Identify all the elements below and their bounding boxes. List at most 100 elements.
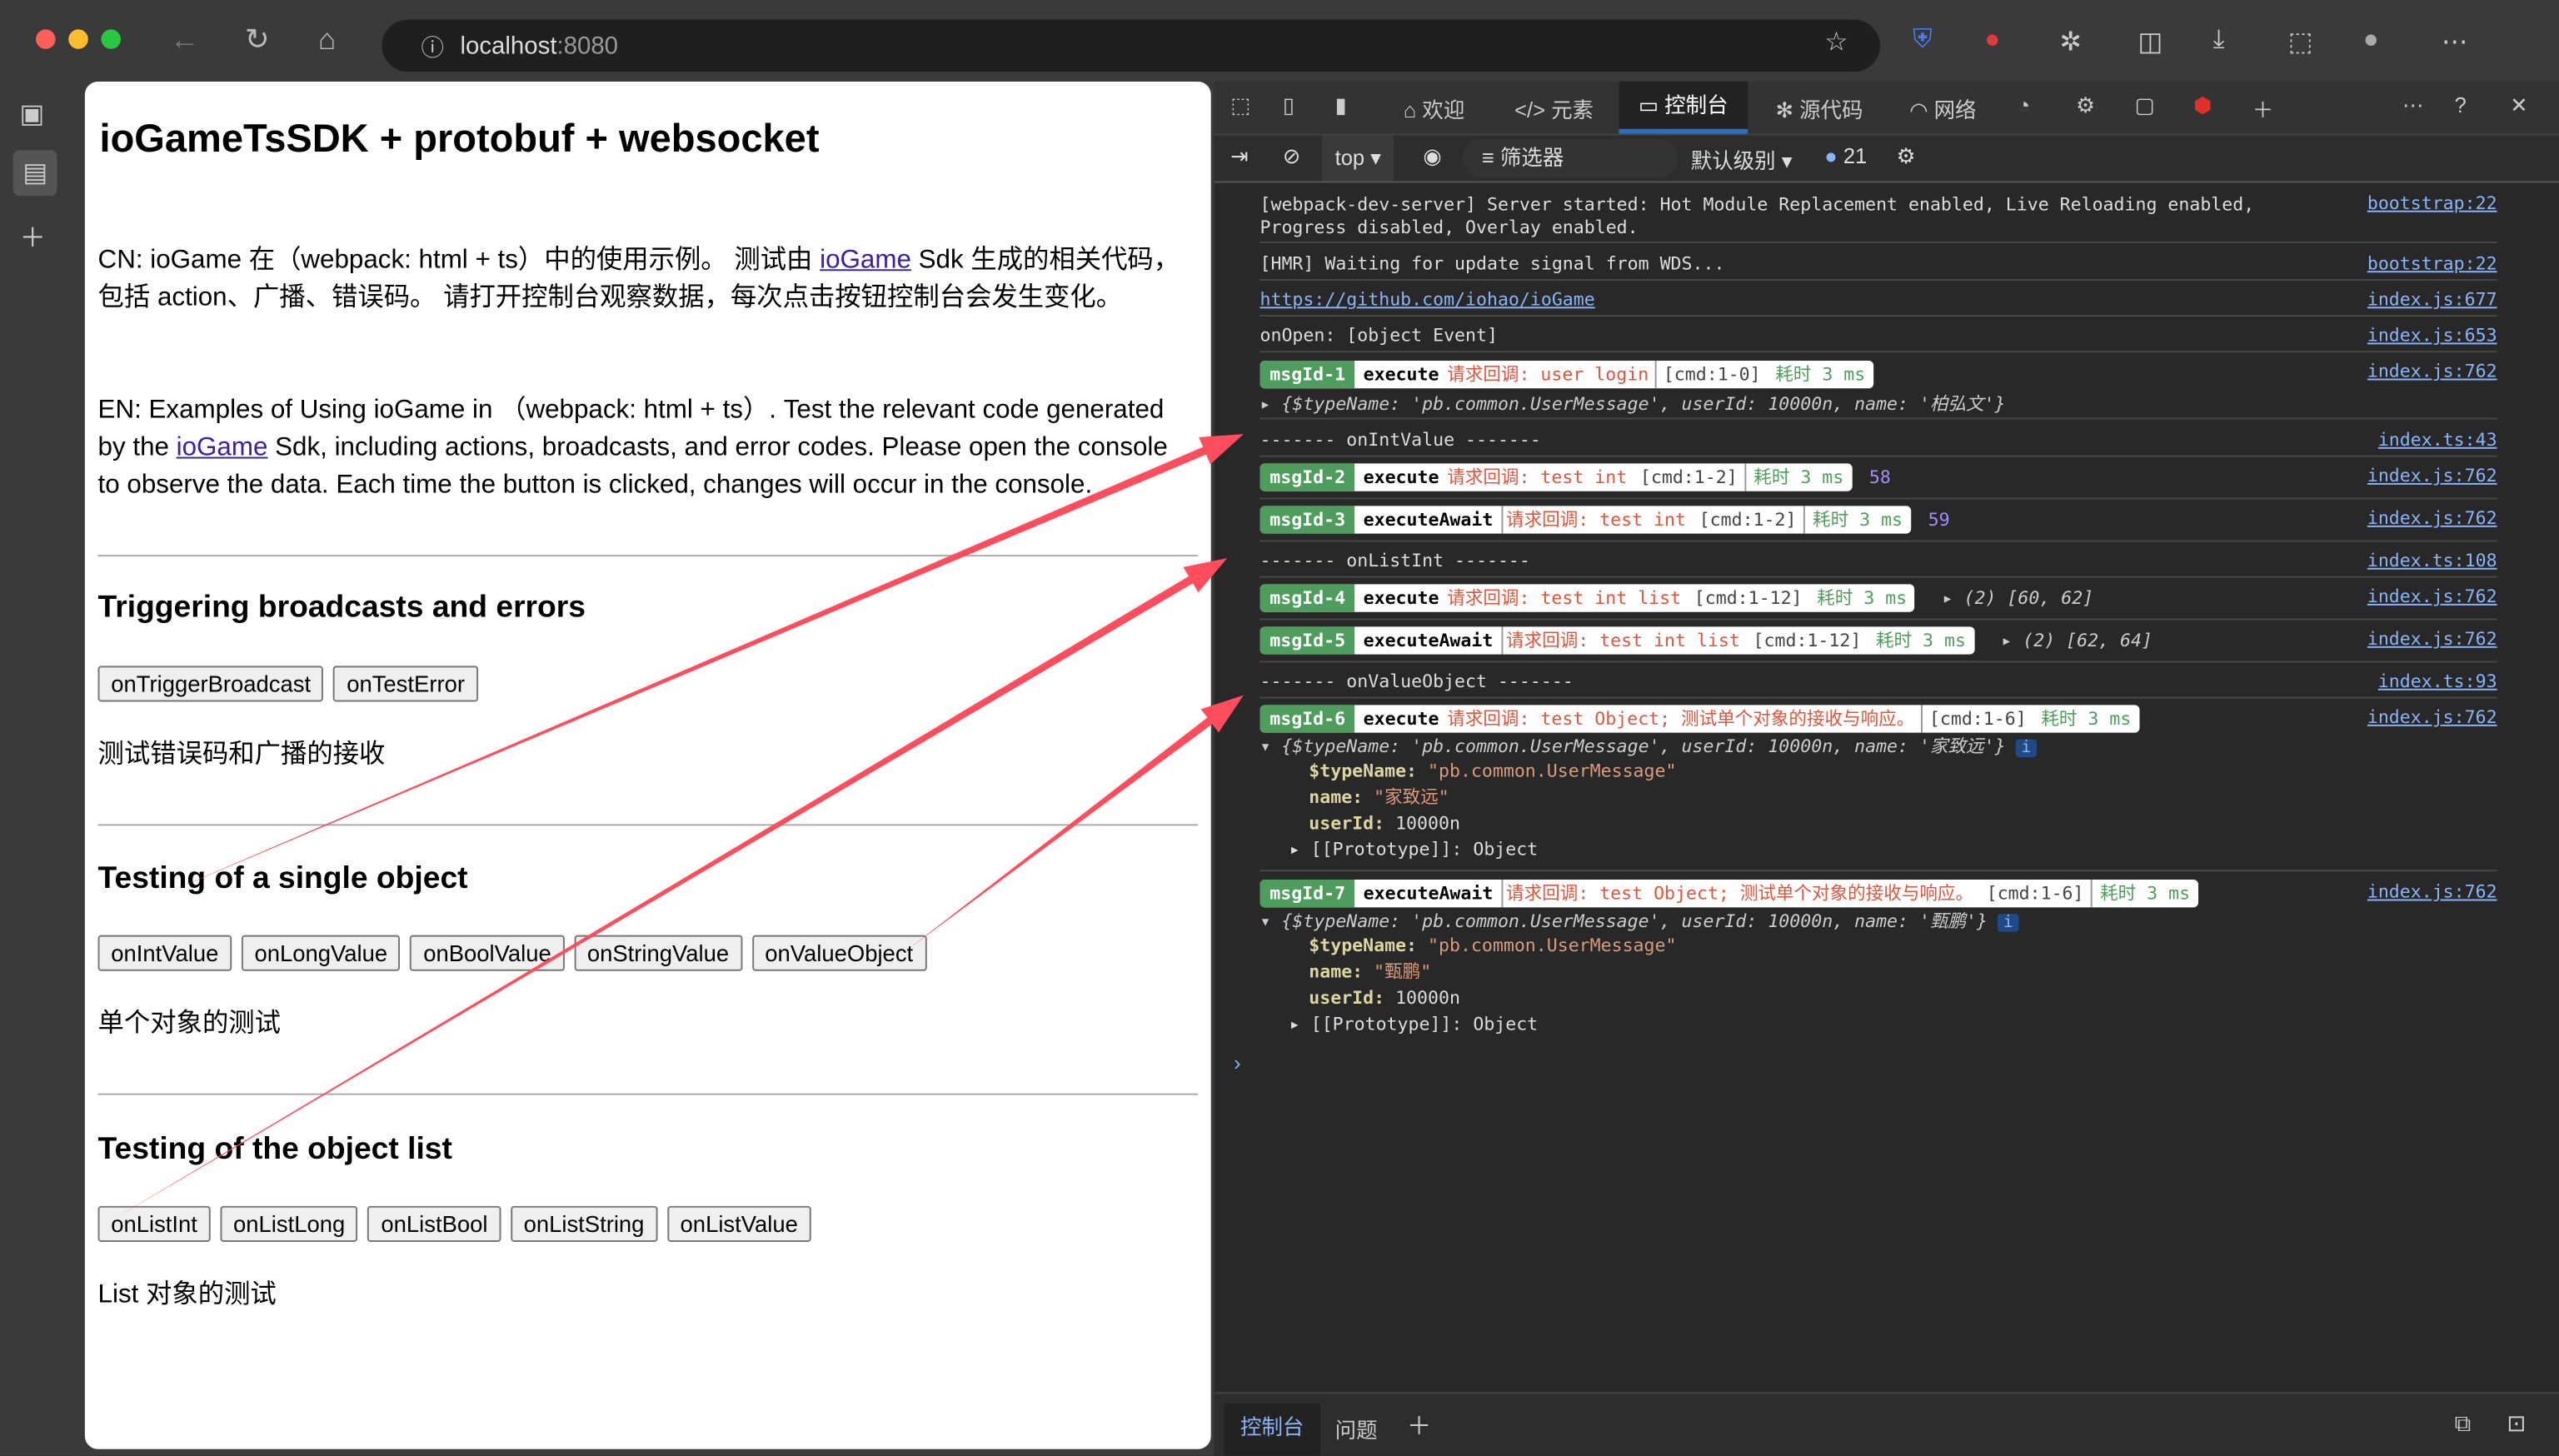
- array-preview[interactable]: ▸ (2) [60, 62]: [1943, 587, 2094, 608]
- home-icon[interactable]: ⌂: [318, 22, 336, 57]
- on-list-int-button[interactable]: onListInt: [97, 1205, 211, 1242]
- stop-hand-icon[interactable]: ⬢: [2193, 93, 2212, 119]
- on-bool-value-button[interactable]: onBoolValue: [410, 935, 565, 971]
- divider: [97, 1093, 1199, 1095]
- msg-id: msgId-3: [1260, 506, 1355, 534]
- maximize-window-button[interactable]: [101, 29, 121, 49]
- on-string-value-button[interactable]: onStringValue: [574, 935, 742, 971]
- source-link[interactable]: index.js:762: [2367, 881, 2497, 902]
- array-preview[interactable]: ▸ (2) [62, 64]: [2001, 630, 2152, 651]
- downloads-icon[interactable]: ⤓: [2213, 26, 2225, 55]
- more-menu-icon[interactable]: ⋯: [2442, 26, 2467, 58]
- prototype-toggle[interactable]: ▸ [[Prototype]]: Object: [1289, 837, 2497, 863]
- method: executeAwait: [1363, 882, 1494, 905]
- message-count[interactable]: ● 21: [1824, 143, 1867, 167]
- more-tools-icon[interactable]: ⋯: [2402, 93, 2423, 119]
- source-link[interactable]: bootstrap:22: [2367, 192, 2497, 213]
- close-devtools-icon[interactable]: ✕: [2510, 93, 2527, 119]
- wifi-icon: ◠: [1909, 97, 1934, 122]
- tab-page-icon[interactable]: ▤: [12, 150, 57, 197]
- expand-arrow-icon[interactable]: ▸: [1260, 393, 1282, 414]
- source-link[interactable]: index.js:762: [2367, 586, 2497, 606]
- url-port: :8080: [556, 32, 619, 60]
- info-icon[interactable]: i: [1998, 914, 2018, 932]
- reload-icon[interactable]: ↻: [245, 22, 270, 57]
- source-link[interactable]: index.js:677: [2367, 289, 2497, 310]
- screenshot-icon[interactable]: ⬚: [2288, 26, 2313, 58]
- context-selector[interactable]: top ▾: [1321, 135, 1394, 182]
- live-expression-icon[interactable]: ◉: [1423, 143, 1441, 169]
- msg-id: msgId-1: [1260, 360, 1355, 389]
- on-trigger-broadcast-button[interactable]: onTriggerBroadcast: [97, 666, 324, 702]
- iogame-link-cn[interactable]: ioGame: [820, 247, 911, 274]
- back-icon[interactable]: ←: [170, 22, 199, 57]
- tab-elements[interactable]: </> 元素: [1514, 93, 1594, 124]
- on-list-long-button[interactable]: onListLong: [220, 1205, 358, 1242]
- device-emulation-icon[interactable]: ▯: [1283, 93, 1294, 119]
- source-link[interactable]: index.js:762: [2367, 706, 2497, 727]
- source-link[interactable]: bootstrap:22: [2367, 253, 2497, 274]
- on-list-value-button[interactable]: onListValue: [666, 1205, 811, 1242]
- favorite-star-icon[interactable]: ☆: [1824, 26, 1848, 58]
- split-screen-icon[interactable]: ◫: [2138, 26, 2163, 58]
- extensions-icon[interactable]: ✲: [2060, 26, 2082, 58]
- add-drawer-tab-icon[interactable]: ＋: [1407, 1409, 1431, 1443]
- performance-icon[interactable]: ◔: [2018, 93, 2030, 117]
- tab-network[interactable]: ◠ 网络: [1909, 93, 1976, 124]
- drawer-tab-issues[interactable]: 问题: [1335, 1414, 1378, 1444]
- sidebar-toggle-icon[interactable]: ⇥: [1230, 143, 1248, 169]
- collapse-arrow-icon[interactable]: ▾: [1260, 736, 1282, 757]
- on-int-value-button[interactable]: onIntValue: [97, 935, 232, 971]
- tab-welcome[interactable]: ⌂ 欢迎: [1404, 93, 1464, 124]
- tab-panel-icon[interactable]: ▣: [20, 98, 45, 131]
- on-long-value-button[interactable]: onLongValue: [241, 935, 401, 971]
- collapse-arrow-icon[interactable]: ▾: [1260, 910, 1282, 931]
- object-preview[interactable]: ▸ {$typeName: 'pb.common.UserMessage', u…: [1260, 390, 2497, 416]
- dock-drawer-icon[interactable]: ⧉: [2455, 1410, 2472, 1438]
- address-bar[interactable]: localhost:8080: [382, 19, 1880, 72]
- iogame-link-en[interactable]: ioGame: [177, 434, 268, 461]
- site-info-icon[interactable]: ⓘ: [421, 31, 443, 63]
- close-drawer-icon[interactable]: ⊡: [2507, 1410, 2526, 1438]
- tab-console[interactable]: ▭ 控制台: [1619, 81, 1748, 134]
- dock-icon[interactable]: ▮: [1335, 93, 1347, 119]
- object-preview-expanded[interactable]: ▾ {$typeName: 'pb.common.UserMessage', u…: [1260, 733, 2497, 759]
- memory-icon[interactable]: ⚙: [2076, 93, 2095, 119]
- source-link[interactable]: index.js:653: [2367, 325, 2497, 346]
- tab-sources[interactable]: ✻ 源代码: [1776, 93, 1863, 124]
- add-tool-icon[interactable]: ＋: [2252, 93, 2274, 124]
- extension-red-icon[interactable]: ●: [1984, 26, 2000, 55]
- drawer-tab-console[interactable]: 控制台: [1224, 1403, 1321, 1456]
- prototype-toggle[interactable]: ▸ [[Prototype]]: Object: [1289, 1012, 2497, 1038]
- new-tab-icon[interactable]: ＋: [20, 216, 46, 255]
- github-link[interactable]: https://github.com/iohao/ioGame: [1260, 289, 2497, 310]
- minimize-window-button[interactable]: [68, 29, 88, 49]
- application-icon[interactable]: ▢: [2135, 93, 2155, 119]
- source-link[interactable]: index.ts:43: [2378, 429, 2497, 450]
- source-link[interactable]: index.js:762: [2367, 361, 2497, 381]
- elapsed: 耗时 3 ms: [2090, 880, 2198, 908]
- on-list-string-button[interactable]: onListString: [510, 1205, 658, 1242]
- source-link[interactable]: index.js:762: [2367, 507, 2497, 528]
- object-preview-expanded[interactable]: ▾ {$typeName: 'pb.common.UserMessage', u…: [1260, 907, 2497, 933]
- source-link[interactable]: index.js:762: [2367, 628, 2497, 649]
- on-value-object-button[interactable]: onValueObject: [751, 935, 926, 971]
- source-link[interactable]: index.ts:93: [2378, 671, 2497, 691]
- close-window-button[interactable]: [36, 29, 56, 49]
- console-prompt[interactable]: ›: [1234, 1051, 1241, 1075]
- method: execute: [1363, 587, 1439, 609]
- log-entry-msg-3: msgId-3 executeAwait 请求回调: test int [cmd:1-…: [1260, 501, 2497, 542]
- info-icon[interactable]: i: [2016, 739, 2037, 758]
- profile-avatar[interactable]: ●: [2363, 26, 2379, 55]
- source-link[interactable]: index.js:762: [2367, 465, 2497, 486]
- console-settings-icon[interactable]: ⚙: [1897, 143, 1916, 169]
- help-icon[interactable]: ?: [2455, 93, 2467, 117]
- on-list-bool-button[interactable]: onListBool: [367, 1205, 501, 1242]
- clear-console-icon[interactable]: ⊘: [1283, 143, 1300, 169]
- on-test-error-button[interactable]: onTestError: [333, 666, 478, 702]
- source-link[interactable]: index.ts:108: [2367, 550, 2497, 571]
- inspect-icon[interactable]: ⬚: [1230, 93, 1250, 119]
- bitwarden-extension-icon[interactable]: ⛨: [1913, 26, 1933, 55]
- filter-input[interactable]: ≡ 筛选器: [1462, 138, 1679, 178]
- log-level-select[interactable]: 默认级别 ▾: [1691, 143, 1793, 174]
